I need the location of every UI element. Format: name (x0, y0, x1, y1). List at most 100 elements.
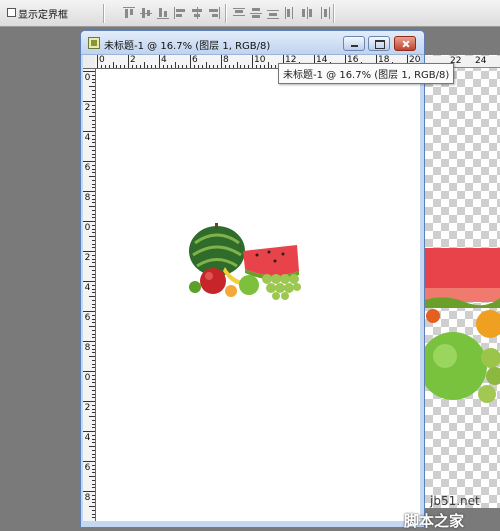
show-bounds-checkbox[interactable] (7, 8, 16, 17)
minimize-icon[interactable] (343, 36, 365, 51)
document-canvas[interactable] (96, 69, 420, 521)
vertical-ruler[interactable]: 0 2 4 6 8 0 2 4 6 8 0 2 4 6 8 (83, 69, 96, 521)
ruler-tick (271, 65, 273, 68)
ruler-label: 6 (192, 55, 198, 65)
ruler-tick (116, 65, 118, 68)
distribute-top-icon[interactable] (232, 6, 246, 20)
fruit-image[interactable] (187, 221, 305, 301)
options-bar: 显示定界框 (0, 0, 500, 27)
ruler-tick (92, 438, 95, 440)
ruler-tick (89, 116, 95, 117)
ruler-tick (83, 161, 95, 162)
ruler-tick (92, 464, 95, 466)
ruler-tick (92, 397, 95, 399)
ruler-tick (92, 232, 95, 234)
ruler-tick (92, 284, 95, 286)
ruler-tick (92, 149, 95, 151)
ruler-label: 0 (84, 73, 91, 83)
ruler-tick (263, 65, 265, 68)
ruler-tick (92, 393, 95, 395)
ruler-tick (89, 146, 95, 147)
ruler-tick (92, 198, 95, 200)
maximize-icon[interactable] (368, 36, 390, 51)
ruler-tick (92, 517, 95, 519)
align-right-icon[interactable] (207, 6, 221, 20)
fruit-image-enlarged (425, 248, 500, 403)
align-horizontal-group (173, 6, 221, 20)
ruler-label: 0 (84, 223, 91, 233)
ruler-tick (151, 65, 153, 68)
ruler-tick (92, 179, 95, 181)
ruler-tick (228, 65, 230, 68)
ruler-label: 4 (84, 433, 91, 443)
ruler-tick (92, 457, 95, 459)
ruler-tick (92, 112, 95, 114)
ruler-tick (240, 65, 242, 68)
ruler-tick (89, 236, 95, 237)
ruler-tick (92, 509, 95, 511)
align-top-icon[interactable] (122, 6, 136, 20)
ruler-tick (92, 498, 95, 500)
ruler-tick (92, 318, 95, 320)
ruler-label: 6 (84, 463, 91, 473)
ruler-tick (92, 127, 95, 129)
ruler-tick (248, 65, 250, 68)
distribute-right-icon[interactable] (317, 6, 331, 20)
ruler-tick (89, 446, 95, 447)
ruler-tick (89, 176, 95, 177)
toolbar-separator (103, 4, 105, 23)
ruler-tick (92, 389, 95, 391)
document-window[interactable]: 未标题-1 @ 16.7% (图层 1, RGB/8) 0 2 4 6 8 10 12 14 1… (80, 30, 425, 528)
close-icon[interactable] (394, 36, 416, 51)
ruler-tick (147, 65, 149, 68)
distribute-hcenter-icon[interactable] (300, 6, 314, 20)
distribute-vcenter-icon[interactable] (249, 6, 263, 20)
ruler-tick (92, 142, 95, 144)
distribute-bottom-icon[interactable] (266, 6, 280, 20)
ruler-tick (92, 108, 95, 110)
ruler-tick (224, 65, 226, 68)
ruler-tick (89, 386, 95, 387)
align-buttons-group (122, 6, 170, 20)
ruler-label: 6 (84, 313, 91, 323)
ruler-tick (92, 329, 95, 331)
ruler-tick (92, 314, 95, 316)
align-bottom-icon[interactable] (156, 6, 170, 20)
ruler-tick (232, 65, 234, 68)
ruler-tick (83, 131, 95, 132)
ruler-tick (108, 65, 110, 68)
ruler-tick (92, 483, 95, 485)
ruler-tick (83, 101, 95, 102)
ruler-tick (92, 348, 95, 350)
ruler-label: 2 (130, 55, 136, 65)
document-title-bar[interactable]: 未标题-1 @ 16.7% (图层 1, RGB/8) (81, 31, 424, 55)
ruler-tick (92, 442, 95, 444)
ruler-label: 0 (99, 55, 105, 65)
ruler-tick (92, 254, 95, 256)
ruler-tick (92, 213, 95, 215)
ruler-tick (92, 479, 95, 481)
ruler-tick (92, 434, 95, 436)
ruler-tick (92, 359, 95, 361)
ruler-tick (83, 281, 95, 282)
align-left-icon[interactable] (173, 6, 187, 20)
ruler-tick (92, 288, 95, 290)
align-hcenter-icon[interactable] (190, 6, 204, 20)
ruler-tick (92, 273, 95, 275)
ruler-tick (92, 134, 95, 136)
ruler-tick (83, 71, 95, 72)
align-vcenter-icon[interactable] (139, 6, 153, 20)
ruler-tick (205, 62, 207, 68)
ruler-tick (252, 55, 253, 68)
ruler-label: 4 (161, 55, 167, 65)
ruler-tick (92, 202, 95, 204)
distribute-left-icon[interactable] (283, 6, 297, 20)
ruler-tick (83, 311, 95, 312)
document-title: 未标题-1 @ 16.7% (图层 1, RGB/8) (104, 41, 271, 52)
ruler-tick (182, 65, 184, 68)
ruler-tick (92, 183, 95, 185)
ruler-label: 2 (84, 103, 91, 113)
ruler-tick (89, 506, 95, 507)
ruler-tick (92, 502, 95, 504)
ruler-tick (244, 65, 246, 68)
